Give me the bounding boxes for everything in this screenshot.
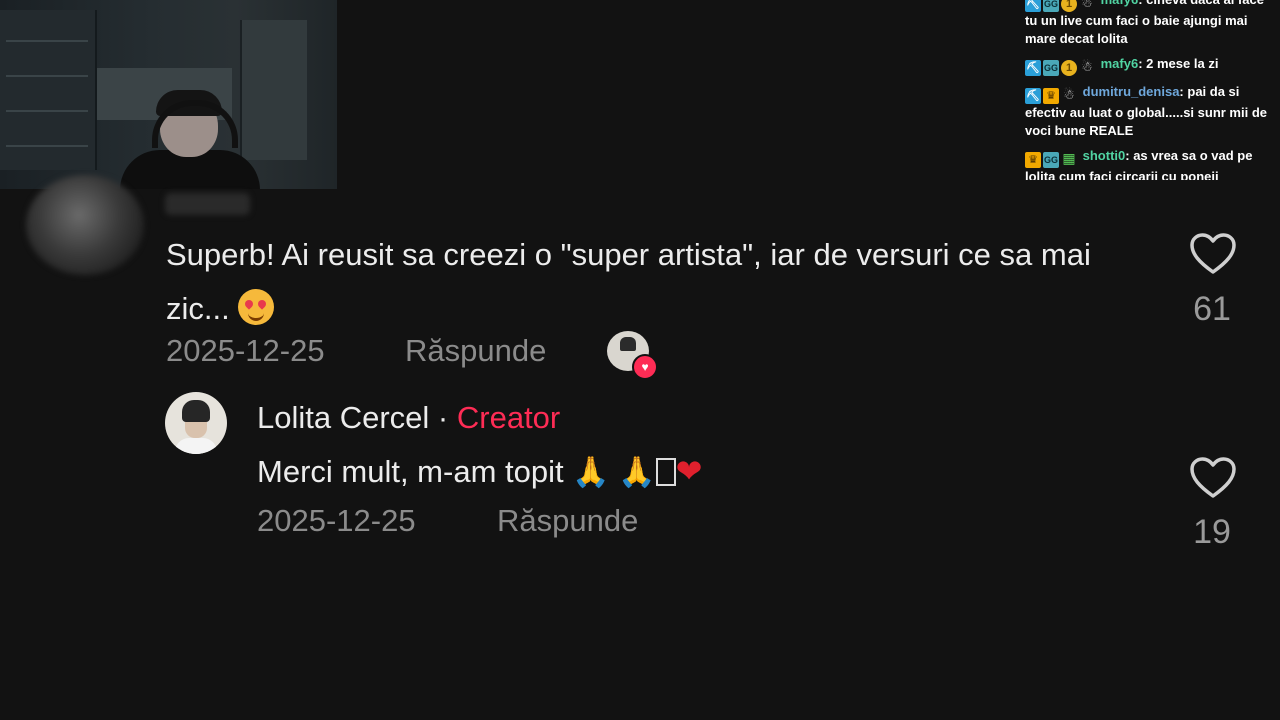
reply-date: 2025-12-25 <box>257 503 416 538</box>
creator-label: Creator <box>456 400 561 435</box>
g-badge-icon: GG <box>1043 60 1059 76</box>
chat-text: as vrea sa o vad pe lolita cum faci circ… <box>1025 148 1253 180</box>
comment-text: Superb! Ai reusit sa creezi o "super art… <box>166 228 1156 336</box>
stream-chat: ⛏GG1☃ mafy6: cineva daca ai face tu un l… <box>1025 0 1280 180</box>
snowman-badge-icon: ☃ <box>1063 87 1075 102</box>
snowman-badge-icon: ☃ <box>1081 59 1093 74</box>
comment-date: 2025-12-25 <box>166 333 325 368</box>
chat-message: ♛ GG ▦ shotti0: as vrea sa o vad pe lolita… <box>1025 147 1275 180</box>
reply-author-line: Lolita Cercel · Creator <box>257 400 560 436</box>
reply-text: Merci mult, m-am topit 🙏 🙏 ❤ <box>257 452 702 490</box>
coin-badge-icon: 1 <box>1061 60 1077 76</box>
chat-messages: ⛏GG1☃ mafy6: cineva daca ai face tu un l… <box>1025 0 1275 180</box>
heart-outline-icon[interactable] <box>1189 232 1237 276</box>
webcam-door <box>240 20 307 160</box>
comment-body: Superb! Ai reusit sa creezi o "super art… <box>166 237 1091 326</box>
pickaxe-badge-icon: ⛏ <box>1025 0 1041 12</box>
missing-glyph-icon <box>655 458 676 486</box>
g-badge-icon: GG <box>1043 0 1059 12</box>
chat-username[interactable]: shotti0 <box>1083 148 1126 163</box>
pickaxe-badge-icon: ⛏ <box>1025 88 1041 104</box>
reply-reply-button[interactable]: Răspunde <box>497 503 638 539</box>
chat-message: ⛏ GG 1 ☃ mafy6: 2 mese la zi <box>1025 56 1219 76</box>
gift-badge-icon: ▦ <box>1062 150 1076 166</box>
heart-outline-icon[interactable] <box>1189 456 1237 500</box>
folded-hands-icon: 🙏 <box>618 456 656 489</box>
chat-username[interactable]: mafy6 <box>1101 0 1139 7</box>
webcam-overlay <box>0 0 337 189</box>
comment-reply-button[interactable]: Răspunde <box>405 333 546 369</box>
crown-badge-icon: ♛ <box>1043 88 1059 104</box>
pickaxe-badge-icon: ⛏ <box>1025 60 1041 76</box>
coin-badge-icon: 1 <box>1061 0 1077 12</box>
chat-message: ⛏ ♛ ☃ dumitru_denisa: pai da si efectiv au… <box>1025 84 1267 138</box>
name-separator: · <box>429 400 457 435</box>
webcam-shelf <box>0 10 97 170</box>
commenter-avatar[interactable] <box>26 175 144 275</box>
snowman-badge-icon: ☃ <box>1081 0 1093 10</box>
reply-like-count: 19 <box>1193 513 1231 551</box>
reply-author-name[interactable]: Lolita Cercel <box>257 400 429 435</box>
creator-avatar[interactable] <box>165 392 227 454</box>
comment-like-count: 61 <box>1193 290 1231 328</box>
heart-badge-icon: ♥ <box>632 354 658 380</box>
g-badge-icon: GG <box>1043 152 1059 168</box>
commenter-name-blurred[interactable] <box>165 193 250 215</box>
reply-body: Merci mult, m-am topit <box>257 454 564 489</box>
folded-hands-icon: 🙏 <box>572 456 610 489</box>
chat-username[interactable]: dumitru_denisa <box>1083 84 1180 99</box>
chat-text: 2 mese la zi <box>1146 56 1219 71</box>
red-heart-icon: ❤ <box>675 453 703 489</box>
chat-username[interactable]: mafy6 <box>1101 56 1139 71</box>
smiling-face-with-hearts-icon <box>238 289 275 325</box>
chat-message: ⛏GG1☃ mafy6: cineva daca ai face tu un l… <box>1025 0 1275 48</box>
crown-badge-icon: ♛ <box>1025 152 1041 168</box>
